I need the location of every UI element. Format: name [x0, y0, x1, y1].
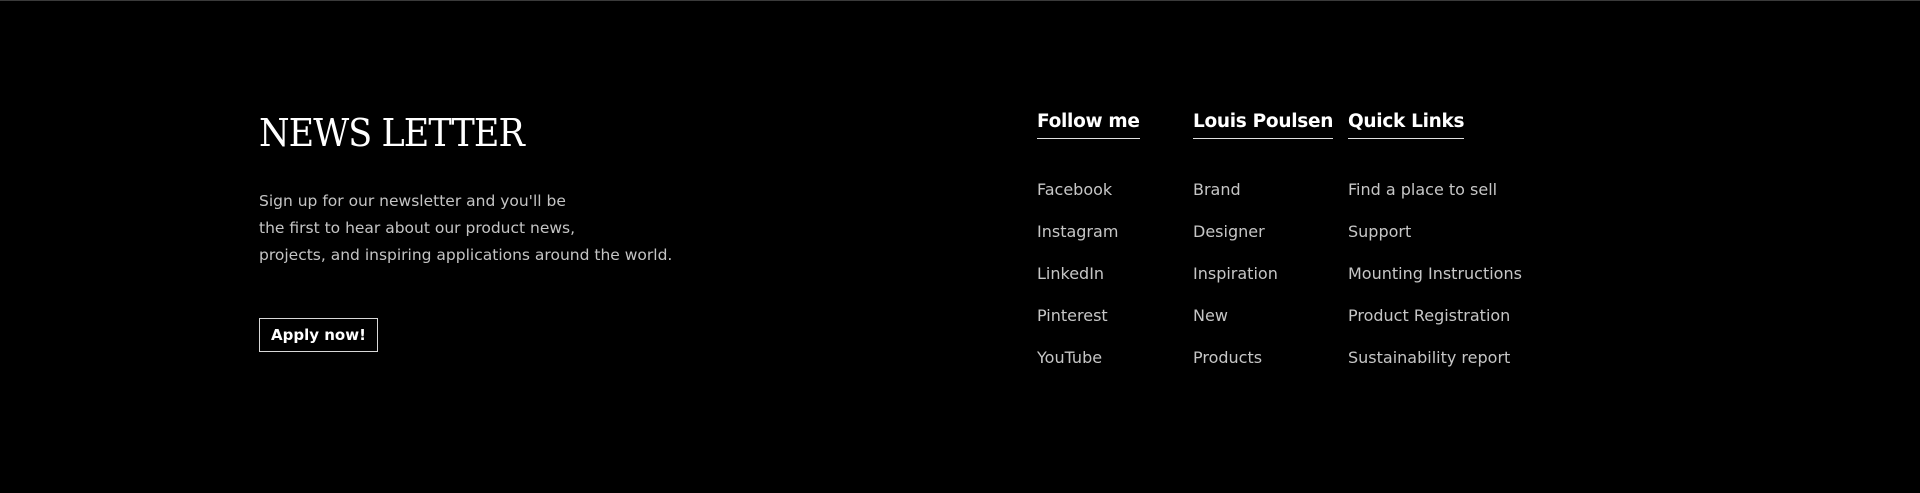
apply-now-button[interactable]: Apply now! — [259, 318, 378, 352]
follow-me-column: Follow me Facebook Instagram LinkedIn Pi… — [1037, 108, 1140, 389]
link-instagram[interactable]: Instagram — [1037, 221, 1140, 263]
link-product-registration[interactable]: Product Registration — [1348, 305, 1522, 347]
link-pinterest[interactable]: Pinterest — [1037, 305, 1140, 347]
newsletter-description: Sign up for our newsletter and you'll be… — [259, 188, 779, 269]
link-find-a-place-to-sell[interactable]: Find a place to sell — [1348, 179, 1522, 221]
link-sustainability-report[interactable]: Sustainability report — [1348, 347, 1522, 389]
louis-poulsen-heading: Louis Poulsen — [1193, 108, 1333, 139]
link-linkedin[interactable]: LinkedIn — [1037, 263, 1140, 305]
link-inspiration[interactable]: Inspiration — [1193, 263, 1333, 305]
follow-me-heading: Follow me — [1037, 108, 1140, 139]
newsletter-title: NEWS LETTER — [259, 111, 525, 155]
link-designer[interactable]: Designer — [1193, 221, 1333, 263]
quick-links-column: Quick Links Find a place to sell Support… — [1348, 108, 1522, 389]
link-mounting-instructions[interactable]: Mounting Instructions — [1348, 263, 1522, 305]
newsletter-text-line: the first to hear about our product news… — [259, 219, 576, 237]
link-new[interactable]: New — [1193, 305, 1333, 347]
louis-poulsen-column: Louis Poulsen Brand Designer Inspiration… — [1193, 108, 1333, 389]
newsletter-text-line: Sign up for our newsletter and you'll be — [259, 192, 566, 210]
louis-poulsen-links: Brand Designer Inspiration New Products — [1193, 179, 1333, 389]
quick-links-list: Find a place to sell Support Mounting In… — [1348, 179, 1522, 389]
top-divider — [0, 0, 1920, 1]
newsletter-section: NEWS LETTER Sign up for our newsletter a… — [259, 108, 779, 352]
follow-me-links: Facebook Instagram LinkedIn Pinterest Yo… — [1037, 179, 1140, 389]
link-brand[interactable]: Brand — [1193, 179, 1333, 221]
quick-links-heading: Quick Links — [1348, 108, 1465, 139]
link-products[interactable]: Products — [1193, 347, 1333, 389]
link-support[interactable]: Support — [1348, 221, 1522, 263]
link-facebook[interactable]: Facebook — [1037, 179, 1140, 221]
newsletter-text-line: projects, and inspiring applications aro… — [259, 246, 673, 264]
link-youtube[interactable]: YouTube — [1037, 347, 1140, 389]
